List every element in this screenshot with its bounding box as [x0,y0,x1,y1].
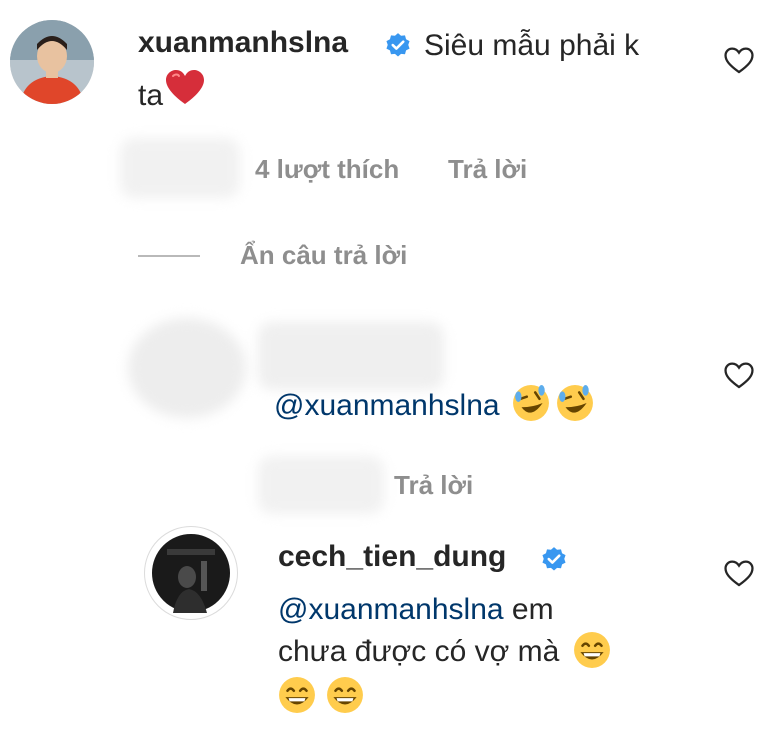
redacted-avatar [120,138,240,198]
avatar-cech-tien-dung[interactable] [144,526,238,620]
reply2-text-line2: chưa được có vợ mà [278,628,611,676]
reply1-text: @xuanmanhslna [274,384,594,427]
comment-text-line2-word: ta [138,78,164,112]
reply2-text-body: chưa được có vợ mà [278,635,560,668]
verified-badge-icon [540,546,568,579]
reply-button[interactable]: Trả lời [448,154,527,185]
reply2-text-tail: em [503,593,554,626]
redacted-reply-meta [258,456,384,514]
mention-link[interactable]: @xuanmanhslna [274,389,500,423]
rolling-laughing-emoji-icon [556,384,594,427]
comment-text-line2: ta [138,70,205,121]
like-heart-icon[interactable] [722,358,756,392]
grinning-face-emoji-icon [326,676,364,719]
reply-button[interactable]: Trả lời [394,470,473,501]
reply2-text-line3 [278,676,364,719]
red-heart-icon [165,70,205,121]
like-heart-icon[interactable] [722,43,756,77]
replies-divider [138,255,200,257]
comment-text-line1: Siêu mẫu phải k [424,29,640,62]
rolling-laughing-emoji-icon [512,384,550,427]
like-heart-icon[interactable] [722,556,756,590]
likes-count[interactable]: 4 lượt thích [255,154,399,185]
reply-username[interactable]: cech_tien_dung [278,540,506,574]
profile-photo [10,20,94,104]
comment-username[interactable]: xuanmanhslna [138,26,348,60]
redacted-reply-avatar [128,318,246,418]
mention-link[interactable]: @xuanmanhslna [278,593,504,626]
profile-photo [150,532,232,614]
hide-replies-button[interactable]: Ẩn câu trả lời [240,240,407,271]
verified-badge-icon [384,32,412,65]
grinning-face-emoji-icon [573,631,611,674]
redacted-reply-username [258,322,444,390]
avatar-xuanmanhslna[interactable] [10,20,94,104]
grinning-face-emoji-icon [278,676,316,719]
